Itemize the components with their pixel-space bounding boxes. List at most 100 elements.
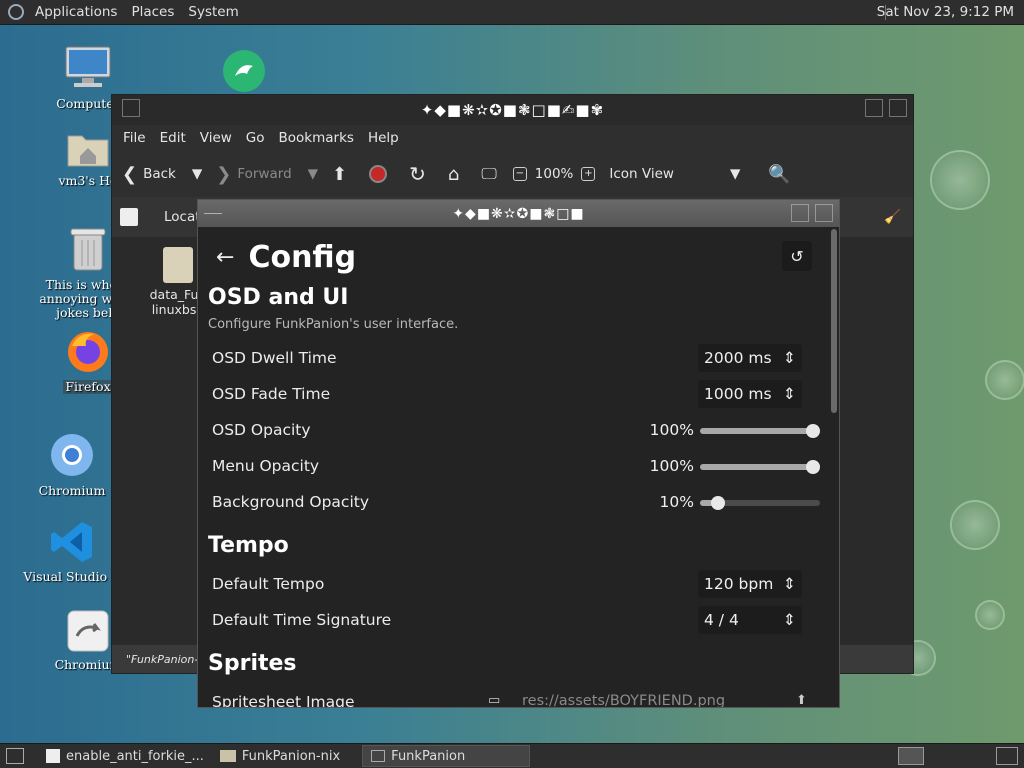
computer-icon[interactable]: 🖵 <box>481 164 496 184</box>
forward-button[interactable]: ❯ Forward ▼ <box>216 164 318 185</box>
app-launcher-icon[interactable] <box>222 49 266 97</box>
wallpaper-decoration <box>950 500 1000 550</box>
close-button[interactable] <box>815 204 833 222</box>
config-window: ✦◆■❋✫✪■❃□■ ← Config ↺ OSD and UI Configu… <box>197 199 840 708</box>
osd-dwell-spinbox[interactable]: 2000 ms ⇕ <box>698 344 802 372</box>
default-tempo-spinbox[interactable]: 120 bpm ⇕ <box>698 570 802 598</box>
config-titlebar[interactable]: ✦◆■❋✫✪■❃□■ <box>198 200 839 227</box>
spinbox-value: 4 / 4 <box>704 611 739 629</box>
view-mode-select[interactable]: Icon View <box>609 166 674 182</box>
task-label: FunkPanion <box>391 748 466 764</box>
menu-opacity-value: 100% <box>649 457 694 475</box>
show-desktop-icon[interactable] <box>6 748 24 764</box>
maximize-button[interactable] <box>791 204 809 222</box>
osd-opacity-label: OSD Opacity <box>212 421 311 439</box>
file-manager-title: ✦◆■❋✫✪■❃□■✍■✾ <box>420 101 605 119</box>
workspace-switcher[interactable] <box>898 747 924 765</box>
window-menu-button[interactable] <box>204 213 222 214</box>
menu-go[interactable]: Go <box>239 130 272 146</box>
background-opacity-slider[interactable] <box>700 496 820 510</box>
reload-icon[interactable]: ↻ <box>409 162 426 186</box>
menu-file[interactable]: File <box>116 130 153 146</box>
system-menu[interactable]: System <box>181 4 245 20</box>
config-window-title: ✦◆■❋✫✪■❃□■ <box>452 205 585 222</box>
reset-button[interactable]: ↺ <box>782 241 812 271</box>
menu-opacity-slider[interactable] <box>700 460 820 474</box>
clear-icon[interactable]: 🧹 <box>884 209 901 225</box>
forward-label: Forward <box>237 166 292 182</box>
slider-knob[interactable] <box>806 424 820 438</box>
minimize-button[interactable] <box>769 204 787 222</box>
spritesheet-label: Spritesheet Image <box>212 693 355 708</box>
task-label: enable_anti_forkie_... <box>66 748 204 764</box>
distro-logo-icon[interactable] <box>8 4 24 20</box>
page-title: Config <box>248 239 357 275</box>
chevron-down-icon[interactable]: ▼ <box>730 166 740 182</box>
default-time-signature-label: Default Time Signature <box>212 611 392 629</box>
back-arrow-icon[interactable]: ← <box>216 245 234 270</box>
spin-arrows-icon[interactable]: ⇕ <box>783 611 796 629</box>
places-menu[interactable]: Places <box>124 4 181 20</box>
upload-icon[interactable]: ⬆ <box>796 693 807 707</box>
slider-fill <box>700 464 813 470</box>
back-button[interactable]: ❮ Back ▼ <box>122 164 202 185</box>
slider-knob[interactable] <box>711 496 725 510</box>
spin-arrows-icon[interactable]: ⇕ <box>783 575 796 593</box>
config-body: ← Config ↺ OSD and UI Configure FunkPani… <box>198 227 839 708</box>
task-button[interactable]: enable_anti_forkie_... <box>38 745 212 767</box>
workspace-switcher[interactable] <box>996 747 1018 765</box>
file-manager-titlebar[interactable]: ✦◆■❋✫✪■❃□■✍■✾ <box>112 95 913 125</box>
default-time-signature-spinbox[interactable]: 4 / 4 ⇕ <box>698 606 802 634</box>
folder-icon[interactable]: ▭ <box>488 693 500 707</box>
menu-bookmarks[interactable]: Bookmarks <box>272 130 361 146</box>
back-arrow-icon: ❮ <box>122 163 138 185</box>
reset-icon: ↺ <box>790 246 804 266</box>
osd-dwell-label: OSD Dwell Time <box>212 349 337 367</box>
text-editor-icon <box>46 749 60 763</box>
spinbox-value: 2000 ms <box>704 349 772 367</box>
up-icon[interactable]: ⬆ <box>332 164 347 185</box>
edit-location-icon[interactable] <box>120 208 138 226</box>
window-menu-button[interactable] <box>122 99 140 117</box>
wallpaper-decoration <box>930 150 990 210</box>
spritesheet-path[interactable]: res://assets/BOYFRIEND.png <box>522 693 725 707</box>
chevron-down-icon[interactable]: ▼ <box>308 166 318 182</box>
wallpaper-decoration <box>985 360 1024 400</box>
section-description: Configure FunkPanion's user interface. <box>208 317 459 332</box>
top-panel: Applications Places System Sat Nov 23, 9… <box>0 0 1024 25</box>
spin-arrows-icon[interactable]: ⇕ <box>783 349 796 367</box>
search-icon[interactable]: 🔍 <box>768 164 790 185</box>
section-title: Tempo <box>208 533 289 558</box>
default-tempo-label: Default Tempo <box>212 575 325 593</box>
file-icon <box>163 247 193 283</box>
background-opacity-label: Background Opacity <box>212 493 370 511</box>
zoom-out-icon[interactable]: − <box>512 167 527 181</box>
scrollbar-thumb[interactable] <box>831 229 837 413</box>
maximize-button[interactable] <box>865 99 883 117</box>
slider-fill <box>700 428 813 434</box>
home-icon[interactable]: ⌂ <box>448 164 459 185</box>
menu-view[interactable]: View <box>193 130 239 146</box>
minimize-button[interactable] <box>843 99 861 117</box>
osd-fade-spinbox[interactable]: 1000 ms ⇕ <box>698 380 802 408</box>
zoom-in-icon[interactable]: + <box>581 167 596 181</box>
slider-knob[interactable] <box>806 460 820 474</box>
task-button[interactable]: FunkPanion-nix <box>212 745 348 767</box>
computer-icon <box>33 45 143 94</box>
close-button[interactable] <box>889 99 907 117</box>
file-manager-menubar: File Edit View Go Bookmarks Help <box>112 125 913 151</box>
config-header: ← Config <box>216 237 356 277</box>
stop-icon[interactable] <box>369 165 388 183</box>
chevron-down-icon[interactable]: ▼ <box>192 166 202 182</box>
task-button[interactable]: FunkPanion <box>362 745 531 767</box>
menu-help[interactable]: Help <box>361 130 406 146</box>
folder-icon <box>219 750 236 762</box>
osd-fade-label: OSD Fade Time <box>212 385 331 403</box>
clock[interactable]: Sat Nov 23, 9:12 PM <box>877 4 1014 20</box>
file-manager-toolbar: ❮ Back ▼ ❯ Forward ▼ ⬆ ↻ ⌂ 🖵 − 100% + Ic… <box>112 151 913 197</box>
applications-menu[interactable]: Applications <box>28 4 124 20</box>
spinbox-value: 1000 ms <box>704 385 772 403</box>
osd-opacity-slider[interactable] <box>700 424 820 438</box>
menu-edit[interactable]: Edit <box>153 130 193 146</box>
spin-arrows-icon[interactable]: ⇕ <box>783 385 796 403</box>
